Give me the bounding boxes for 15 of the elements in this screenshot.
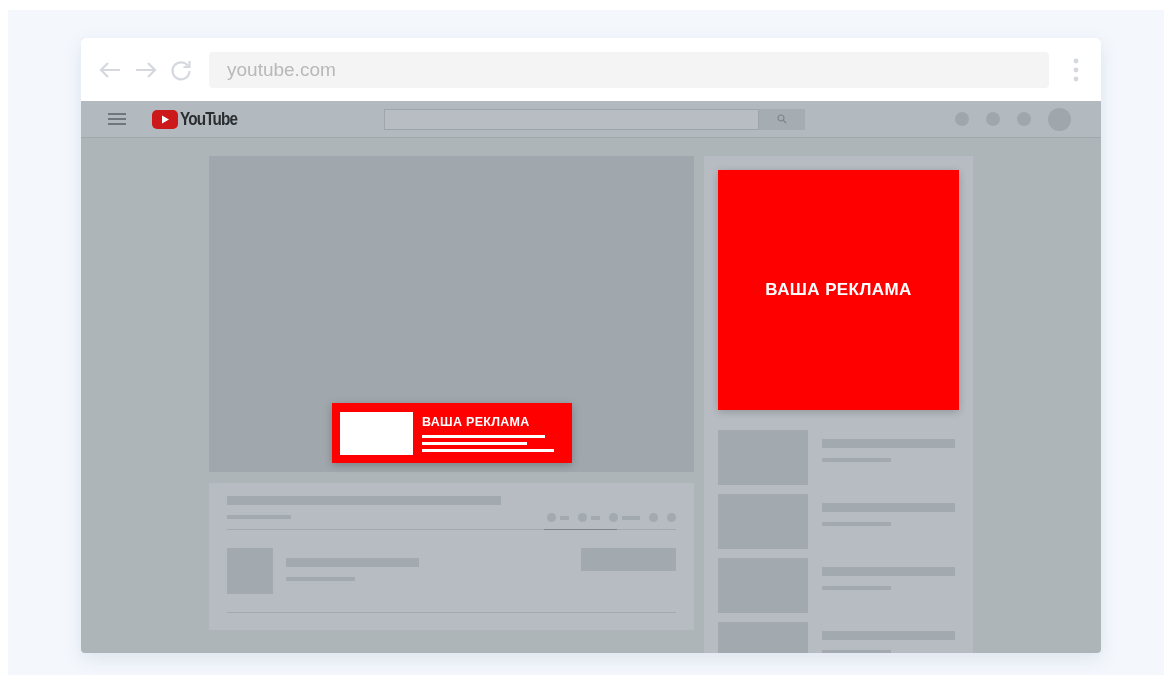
search-icon	[777, 114, 788, 124]
search-field[interactable]	[384, 108, 760, 130]
play-logo-icon	[152, 109, 178, 129]
ad-title: ВАША РЕКЛАМА	[422, 414, 531, 429]
search-button[interactable]	[759, 108, 806, 130]
back-icon[interactable]	[97, 59, 123, 80]
logo-text: YouTube	[180, 108, 238, 130]
video-player[interactable]: ВАША РЕКЛАМА	[209, 156, 694, 472]
sidebar-ad[interactable]: ВАША РЕКЛАМА	[718, 170, 959, 410]
address-text: youtube.com	[227, 58, 336, 81]
ad-title: ВАША РЕКЛАМА	[765, 280, 912, 300]
overlay-ad[interactable]: ВАША РЕКЛАМА	[332, 403, 572, 463]
menu-icon[interactable]	[108, 112, 126, 126]
more-icon[interactable]	[1073, 57, 1079, 82]
forward-icon[interactable]	[133, 59, 159, 80]
